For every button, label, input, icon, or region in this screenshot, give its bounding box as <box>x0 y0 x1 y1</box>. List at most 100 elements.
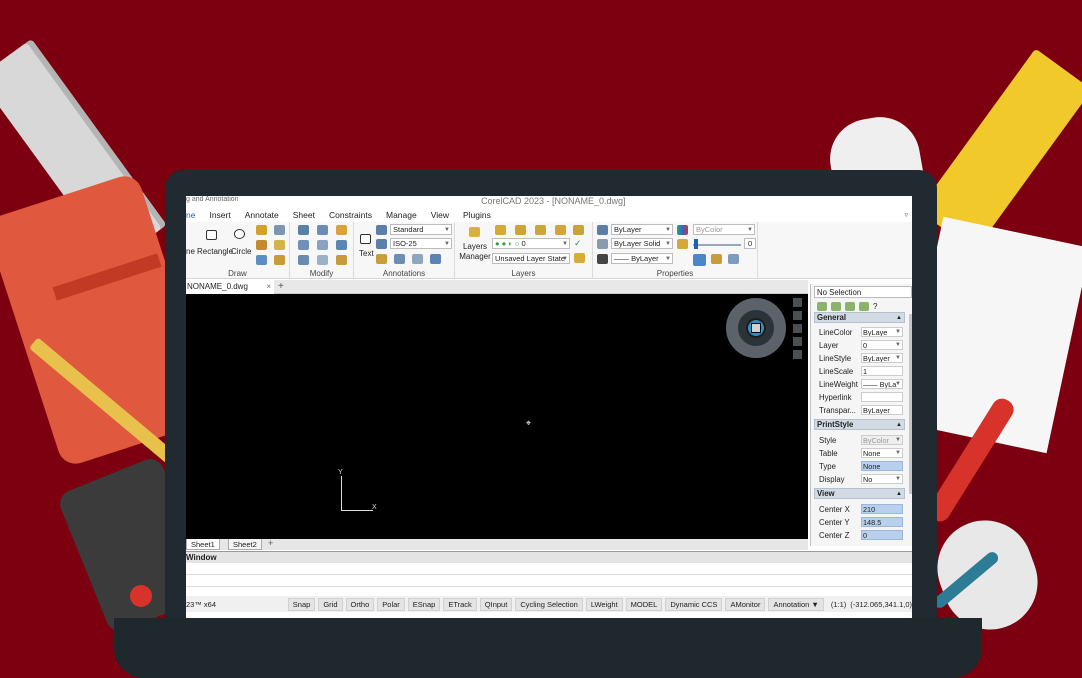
tab-plugins[interactable]: Plugins <box>456 210 498 220</box>
linestyle-combo[interactable]: ByLayer Solid ▼ <box>611 238 673 249</box>
mirror-icon[interactable] <box>317 240 328 250</box>
region-icon[interactable] <box>274 255 285 265</box>
layer-freeze-icon[interactable] <box>555 225 566 235</box>
color-combo[interactable]: ByLayer ▼ <box>611 224 673 235</box>
qinput-toggle[interactable]: QInput <box>479 597 513 611</box>
model-toggle[interactable]: MODEL <box>625 597 663 611</box>
filter-icon[interactable] <box>859 302 869 311</box>
tab-insert[interactable]: Insert <box>202 210 237 220</box>
show-lineweight-icon[interactable] <box>693 254 706 266</box>
add-sheet-button[interactable]: + <box>268 538 273 548</box>
check-icon[interactable]: ✓ <box>574 238 582 249</box>
layer-isolate-icon[interactable] <box>515 225 526 235</box>
tab-annotate[interactable]: Annotate <box>238 210 286 220</box>
erase-icon[interactable] <box>336 225 347 235</box>
etrack-toggle[interactable]: ETrack <box>443 597 477 611</box>
extend-icon[interactable] <box>317 255 328 265</box>
dimension-icon[interactable] <box>394 254 405 264</box>
circle-icon[interactable] <box>234 229 245 239</box>
pick-objects-icon[interactable] <box>817 302 827 311</box>
prop-value[interactable]: No ▼ <box>861 474 903 484</box>
prop-value[interactable]: ByLayer ▼ <box>861 353 903 363</box>
color2-combo[interactable]: ByColor ▼ <box>693 224 755 235</box>
section-printstyle[interactable]: PrintStyle ▲ <box>814 419 905 430</box>
text-style-combo[interactable]: Standard ▼ <box>390 224 452 235</box>
array-icon[interactable] <box>317 225 328 235</box>
table-icon[interactable] <box>256 255 267 265</box>
properties-icon[interactable] <box>711 254 722 264</box>
tab-view[interactable]: View <box>424 210 456 220</box>
lweight-toggle[interactable]: LWeight <box>585 597 623 611</box>
text-button[interactable]: Text <box>359 249 374 258</box>
prop-value[interactable] <box>861 392 903 402</box>
layers-manager-icon[interactable] <box>469 227 480 237</box>
ribbon-collapse-icon[interactable]: ▿ <box>904 211 908 219</box>
tab-home[interactable]: ne <box>186 210 202 220</box>
prop-value[interactable]: 0 ▼ <box>861 340 903 350</box>
esnap-toggle[interactable]: ESnap <box>407 597 441 611</box>
polar-toggle[interactable]: Polar <box>377 597 405 611</box>
close-icon[interactable]: × <box>266 280 271 294</box>
prop-value[interactable]: 0 <box>861 530 903 540</box>
zoom-icon[interactable] <box>793 324 802 333</box>
pan-icon[interactable] <box>793 311 802 320</box>
tab-sheet[interactable]: Sheet <box>286 210 322 220</box>
sheet-tab-sheet1[interactable]: Sheet1 <box>186 539 220 550</box>
color-wheel-icon[interactable] <box>677 225 688 235</box>
snap-toggle[interactable]: Snap <box>287 597 316 611</box>
layer-lock-icon[interactable] <box>573 225 584 235</box>
annotation-scale[interactable]: (1:1) <box>831 600 846 609</box>
rectangle-icon[interactable] <box>206 230 217 240</box>
prop-value[interactable]: 1 <box>861 366 903 376</box>
prop-value[interactable]: 210 <box>861 504 903 514</box>
layers-manager-button[interactable]: Layers Manager <box>458 242 492 262</box>
match-properties-icon[interactable] <box>597 225 608 235</box>
hatch-icon[interactable] <box>274 240 285 250</box>
line-button[interactable]: ne <box>186 247 195 256</box>
circle-button[interactable]: Circle <box>231 247 251 256</box>
properties-scrollbar[interactable] <box>909 314 912 494</box>
tolerance-icon[interactable] <box>412 254 423 264</box>
tab-manage[interactable]: Manage <box>379 210 424 220</box>
prop-value[interactable]: ByLaye ▼ <box>861 327 903 337</box>
amonitor-toggle[interactable]: AMonitor <box>725 597 766 611</box>
layer-combo[interactable]: ● ● ◐ ○ 0 ▼ <box>492 238 570 249</box>
new-document-button[interactable]: + <box>278 280 284 293</box>
navigation-settings-icon[interactable] <box>793 350 802 359</box>
select-objects-icon[interactable] <box>831 302 841 311</box>
dim-style-combo[interactable]: ISO-25 ▼ <box>390 238 452 249</box>
layer-previous-icon[interactable] <box>495 225 506 235</box>
command-input[interactable] <box>186 575 912 587</box>
section-view[interactable]: View ▲ <box>814 488 905 499</box>
annotation-dropdown[interactable]: Annotation ▼ <box>768 597 824 611</box>
quick-select-icon[interactable] <box>728 254 739 264</box>
trim-icon[interactable] <box>298 255 309 265</box>
move-icon[interactable] <box>298 225 309 235</box>
cycling-selection-toggle[interactable]: Cycling Selection <box>515 597 583 611</box>
prop-value[interactable]: None ▼ <box>861 448 903 458</box>
layer-state-combo[interactable]: Unsaved Layer State ▼ <box>492 253 570 264</box>
tab-constraints[interactable]: Constraints <box>322 210 379 220</box>
layer-state-icon[interactable] <box>574 253 585 263</box>
polyline-icon[interactable] <box>256 240 267 250</box>
prop-value[interactable]: None <box>861 461 903 471</box>
offset-icon[interactable] <box>336 240 347 250</box>
ortho-toggle[interactable]: Ortho <box>345 597 375 611</box>
spline-icon[interactable] <box>274 225 285 235</box>
transparency-slider-handle[interactable] <box>694 239 698 249</box>
prop-value[interactable]: —— ByLa ▼ <box>861 379 903 389</box>
fillet-icon[interactable] <box>336 255 347 265</box>
orbit-icon[interactable] <box>793 337 802 346</box>
text-icon[interactable] <box>360 234 371 244</box>
arc-icon[interactable] <box>256 225 267 235</box>
sheet-tab-sheet2[interactable]: Sheet2 <box>228 539 262 550</box>
prop-value[interactable]: ByLayer <box>861 405 903 415</box>
grid-toggle[interactable]: Grid <box>318 597 343 611</box>
close-navigation-icon[interactable] <box>793 298 802 307</box>
layer-off-icon[interactable] <box>535 225 546 235</box>
workspace-selector[interactable]: g and Annotation <box>186 196 239 203</box>
drawing-canvas[interactable]: Y X ⌖ <box>186 294 808 539</box>
dynamic-ccs-toggle[interactable]: Dynamic CCS <box>665 597 723 611</box>
markup-icon[interactable] <box>430 254 441 264</box>
quick-select-icon[interactable] <box>845 302 855 311</box>
